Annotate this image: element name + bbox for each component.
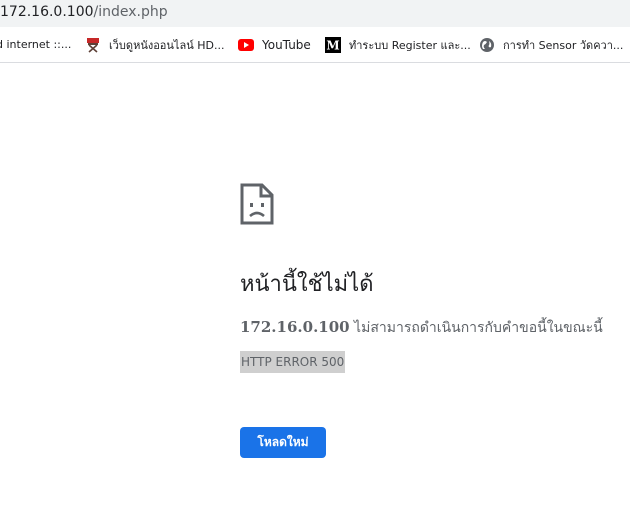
bookmarks-bar: d internet ::... เว็บดูหนังออนไลน์ HD...: [0, 27, 630, 63]
bookmark-label: เว็บดูหนังออนไลน์ HD...: [109, 38, 225, 52]
bookmark-label: ทำระบบ Register และ...: [349, 38, 471, 52]
error-message: 172.16.0.100 ไม่สามารถดำเนินการกับคำขอนี…: [240, 317, 603, 338]
bookmark-youtube[interactable]: YouTube: [238, 27, 311, 62]
error-title: หน้านี้ใช้ไม่ได้: [240, 272, 374, 297]
bookmark-movies[interactable]: เว็บดูหนังออนไลน์ HD...: [85, 27, 224, 62]
reload-button[interactable]: โหลดใหม่: [240, 427, 326, 458]
director-chair-icon: [85, 37, 101, 53]
medium-m-icon: M: [325, 36, 341, 53]
bookmark-register[interactable]: M ทำระบบ Register และ...: [325, 27, 471, 62]
browser-window: 172.16.0.100/index.php d internet ::... …: [0, 0, 630, 518]
svg-text:M: M: [326, 38, 339, 52]
url-host: 172.16.0.100: [0, 4, 94, 20]
bookmark-label: การทำ Sensor วัดควา...: [503, 38, 624, 52]
bookmark-label: d internet ::...: [0, 38, 72, 51]
url-text[interactable]: 172.16.0.100/index.php: [0, 4, 168, 20]
bookmark-sensor[interactable]: การทำ Sensor วัดควา...: [479, 27, 623, 62]
sad-page-icon: [240, 183, 274, 225]
bookmark-label: YouTube: [262, 37, 311, 52]
error-message-text: ไม่สามารถดำเนินการกับคำขอนี้ในขณะนี้: [349, 320, 603, 336]
error-host: 172.16.0.100: [240, 318, 350, 336]
globe-icon: [479, 37, 495, 53]
address-bar[interactable]: 172.16.0.100/index.php: [0, 0, 630, 27]
bookmark-internet[interactable]: d internet ::...: [0, 27, 71, 62]
url-path: /index.php: [93, 4, 168, 20]
youtube-icon: [238, 37, 254, 53]
error-code: HTTP ERROR 500: [240, 351, 346, 373]
